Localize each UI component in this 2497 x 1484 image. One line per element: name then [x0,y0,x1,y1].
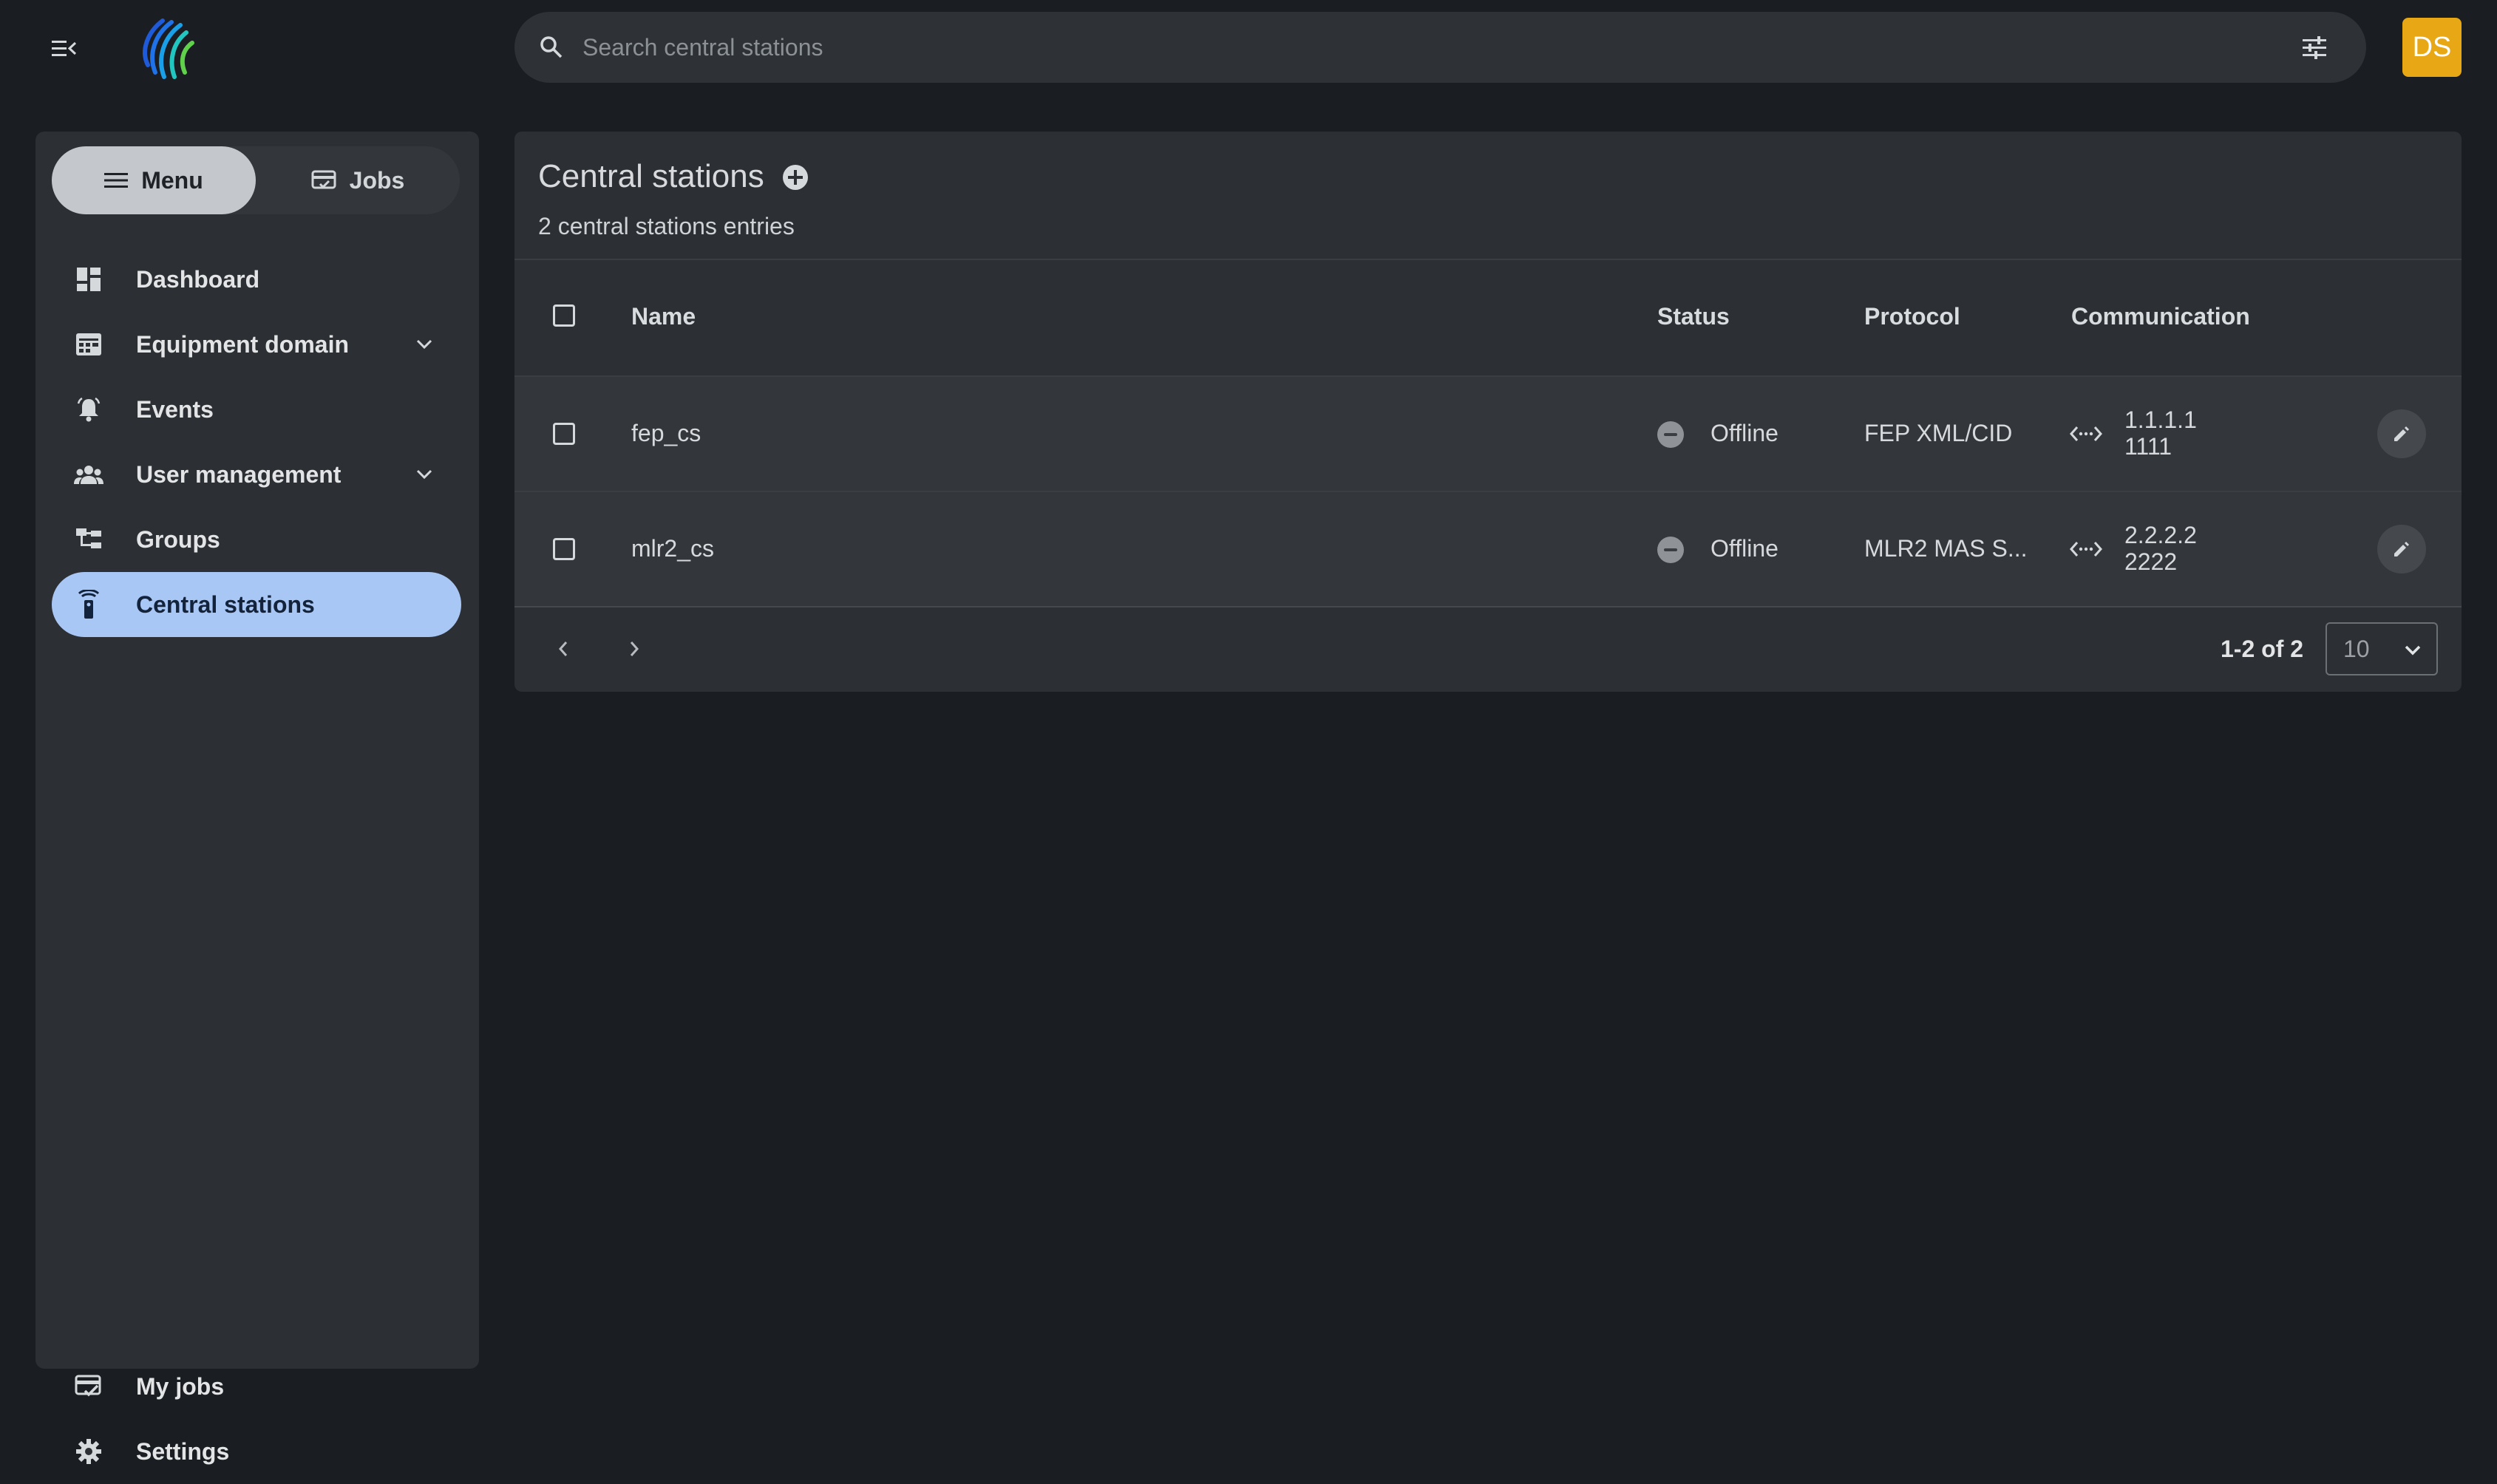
station-protocol: FEP XML/CID [1864,420,2013,446]
central-station-icon [72,588,105,621]
offline-status-icon [1657,537,1684,563]
station-protocol: MLR2 MAS S... [1864,535,2028,562]
chevron-left-icon [558,641,568,656]
next-page-button[interactable] [616,631,652,667]
my-jobs-icon [72,1370,105,1403]
sidebar-item-label: My jobs [136,1372,225,1400]
app-logo[interactable] [133,13,204,84]
station-status: Offline [1710,535,1779,562]
menu-collapse-icon[interactable] [46,33,84,65]
central-stations-card: Central stations 2 central stations entr… [514,132,2462,692]
sidebar-item-label: Events [136,395,214,423]
sidebar-item-equipment-domain[interactable]: Equipment domain [52,312,461,377]
sidebar-item-label: Groups [136,525,220,553]
search-icon [537,33,566,62]
sidebar-item-groups[interactable]: Groups [52,507,461,572]
jobs-icon [311,170,336,189]
user-avatar[interactable]: DS [2402,18,2462,77]
dashboard-icon [72,263,105,296]
sidebar-item-label: Settings [136,1437,230,1465]
groups-icon [72,523,105,556]
jobs-tab-button[interactable]: Jobs [256,146,460,214]
equipment-icon [72,328,105,361]
sidebar-item-label: Equipment domain [136,330,349,358]
chevron-down-icon[interactable] [410,460,439,489]
divider [514,606,2462,607]
bell-icon [72,393,105,426]
search-input[interactable] [582,33,2292,61]
menu-icon [104,173,129,188]
chevron-down-icon[interactable] [410,330,439,359]
sidebar-item-central-stations[interactable]: Central stations [52,572,461,637]
edit-button[interactable] [2377,525,2426,573]
top-bar: DS [0,0,2497,96]
users-icon [72,458,105,491]
add-circle-icon [783,165,808,190]
filter-settings-icon[interactable] [2292,25,2337,69]
table-row[interactable]: mlr2_cs Offline MLR2 MAS S... 2.2.2.2 22… [514,492,2462,606]
connection-icon [2069,423,2103,445]
sidebar-item-label: Dashboard [136,265,260,293]
sidebar-item-user-management[interactable]: User management [52,442,461,507]
sidebar: Menu Jobs Dashboard Equipment domain Eve… [35,132,479,1465]
row-checkbox[interactable] [553,538,575,560]
add-central-station-button[interactable] [781,163,810,192]
table-header: Name Status Protocol Communication [514,260,2462,375]
pagination-range: 1-2 of 2 [2221,636,2304,662]
station-status: Offline [1710,420,1779,446]
communication-address: 1.1.1.1 [2124,406,2197,433]
sidebar-item-label: Central stations [136,590,315,618]
entries-count: 2 central stations entries [538,213,795,239]
communication-address: 2.2.2.2 [2124,522,2197,548]
search-bar [514,12,2366,83]
menu-tab-label: Menu [141,166,203,194]
page-size-select[interactable]: 10 [2326,622,2438,675]
sidebar-item-dashboard[interactable]: Dashboard [52,247,461,312]
menu-jobs-toggle: Menu Jobs [52,146,460,214]
sidebar-item-my-jobs[interactable]: My jobs [52,1354,461,1419]
pencil-icon [2394,426,2409,441]
pencil-icon [2394,542,2409,556]
gear-icon [72,1435,105,1468]
sidebar-item-label: User management [136,460,342,488]
column-header-communication[interactable]: Communication [2071,303,2250,330]
sidebar-item-settings[interactable]: Settings [52,1419,461,1484]
sidebar-item-events[interactable]: Events [52,377,461,442]
previous-page-button[interactable] [546,631,581,667]
offline-status-icon [1657,421,1684,448]
connection-icon [2069,538,2103,560]
column-header-name[interactable]: Name [631,303,696,330]
communication-port: 1111 [2124,433,2172,460]
page-size-value: 10 [2343,635,2370,662]
chevron-down-icon [2399,637,2426,664]
select-all-checkbox[interactable] [553,304,575,327]
column-header-status[interactable]: Status [1657,303,1730,330]
edit-button[interactable] [2377,409,2426,458]
menu-tab-button[interactable]: Menu [52,146,256,214]
communication-port: 2222 [2124,548,2178,575]
chevron-right-icon [630,641,639,656]
station-name: mlr2_cs [631,535,715,562]
column-header-protocol[interactable]: Protocol [1864,303,1960,330]
station-name: fep_cs [631,420,701,446]
page-title: Central stations [538,158,764,194]
table-row[interactable]: fep_cs Offline FEP XML/CID 1.1.1.1 1111 [514,377,2462,491]
row-checkbox[interactable] [553,423,575,445]
jobs-tab-label: Jobs [349,166,405,194]
